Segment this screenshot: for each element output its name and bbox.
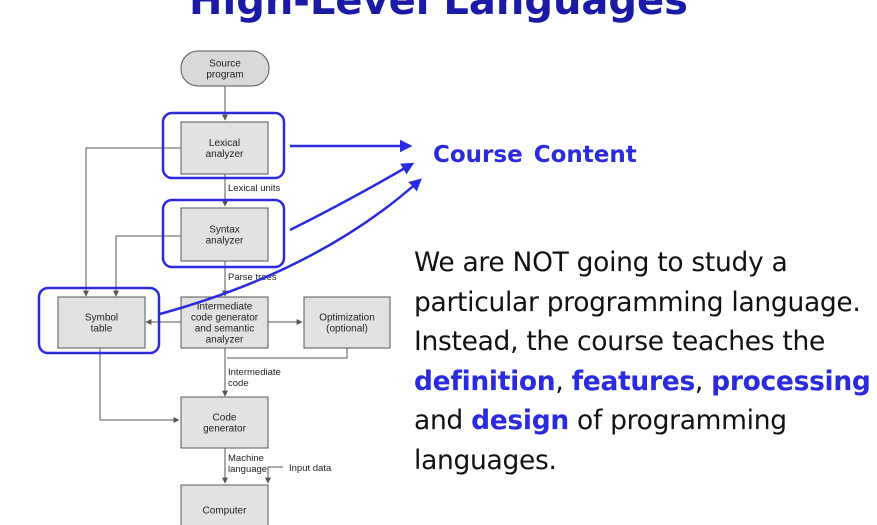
description-line-5: and design of programming [414,401,869,441]
node-lexical-analyzer-line: analyzer [206,149,244,160]
course-content-callout: Course Content [433,142,637,168]
node-syntax-analyzer-line: analyzer [206,236,244,247]
node-optimization-text: Optimization(optional) [319,313,375,335]
node-computer-line: Computer [203,506,248,517]
node-lexical-analyzer-text: Lexicalanalyzer [206,138,244,160]
line-suffix: of programming [568,405,787,436]
description-line-1: We are NOT going to study a [414,247,788,278]
node-symbol-table-line: Symbol [85,313,118,324]
node-symbol-table-line: table [91,324,113,335]
node-source-program-text: Sourceprogram [206,59,243,81]
node-lexical-analyzer-line: Lexical [209,138,240,149]
label-parse-trees: Parse trees [228,272,277,283]
node-intermediate-code-generator-line: analyzer [206,335,244,346]
label-input-data: Input data [289,463,332,474]
node-intermediate-code-generator-line: code generator [191,313,259,324]
description-line-6: languages. [414,444,557,476]
node-optimization-line: (optional) [326,324,368,335]
separator: , [555,365,572,397]
edge-input-data [265,466,283,484]
keyword-features: features [571,365,696,397]
node-code-generator-line: Code [213,413,237,424]
node-computer-text: Computer [203,506,248,517]
label-machine-language-line: Machine [228,453,264,464]
label-intermediate-code-line: Intermediate [228,367,281,378]
node-syntax-analyzer-line: Syntax [209,225,240,236]
course-description: We are NOT going to study a particular p… [414,243,871,480]
node-optimization-line: Optimization [319,313,375,324]
keyword-design: design [471,405,569,436]
node-source-program-line: program [206,70,243,81]
label-machine-language-line: language [228,464,267,475]
node-source-program-line: Source [209,59,241,70]
line-prefix: and [414,405,472,436]
edge-lexical-to-symbol [83,147,181,297]
label-parse-trees-line: Parse trees [228,272,277,283]
label-machine-language: Machinelanguage [228,453,267,475]
keyword-processing: processing [711,365,871,397]
edge-symbol-to-codegen [99,348,180,423]
label-lexical-units: Lexical units [228,183,281,194]
label-lexical-units-line: Lexical units [228,183,281,194]
keyword-definition: definition [414,365,556,397]
label-input-data-line: Input data [289,463,332,474]
separator: , [694,365,712,397]
label-intermediate-code-line: code [228,378,249,389]
description-line-4: definition, features, processing [414,362,871,402]
node-code-generator-line: generator [203,424,246,435]
arrow-syntax-to-course-content [289,162,415,232]
description-line-3: Instead, the course teaches the [414,326,825,357]
node-syntax-analyzer-text: Syntaxanalyzer [206,225,244,247]
node-intermediate-code-generator-line: and semantic [195,324,254,335]
label-intermediate-code: Intermediatecode [228,367,281,389]
description-line-2: particular programming language. [414,286,861,318]
edge-optimization-return [227,348,348,359]
node-intermediate-code-generator-line: Intermediate [197,302,253,313]
